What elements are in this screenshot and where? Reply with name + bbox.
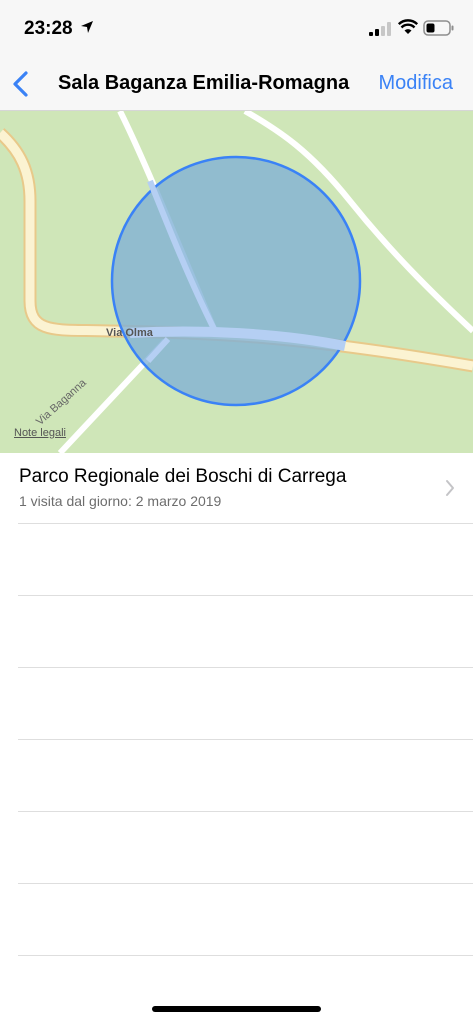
list-divider bbox=[18, 739, 473, 740]
street-label-via-olma: Via Olma bbox=[106, 327, 153, 339]
navigation-bar: Sala Baganza Emilia-Romagna Modifica bbox=[0, 58, 473, 111]
list-divider bbox=[18, 595, 473, 596]
chevron-right-icon bbox=[446, 480, 454, 496]
edit-button[interactable]: Modifica bbox=[379, 72, 453, 95]
list-divider bbox=[18, 955, 473, 956]
visit-title: Parco Regionale dei Boschi di Carrega bbox=[19, 466, 347, 487]
page-title: Sala Baganza Emilia-Romagna bbox=[58, 72, 350, 94]
chevron-left-icon[interactable] bbox=[8, 68, 36, 100]
wifi-icon bbox=[398, 19, 418, 34]
cellular-signal-icon bbox=[369, 22, 391, 36]
list-divider bbox=[18, 667, 473, 668]
map-view[interactable]: Via Olma Via Baganna Note legali bbox=[0, 111, 473, 453]
status-time: 23:28 bbox=[24, 18, 73, 39]
list-divider bbox=[18, 811, 473, 812]
region-circle bbox=[110, 155, 362, 407]
legal-notes-link[interactable]: Note legali bbox=[14, 427, 66, 439]
visit-list-item[interactable]: Parco Regionale dei Boschi di Carrega 1 … bbox=[0, 453, 473, 523]
status-bar: 23:28 bbox=[0, 0, 473, 58]
list-divider bbox=[18, 523, 473, 524]
home-indicator[interactable] bbox=[152, 1006, 321, 1012]
list-divider bbox=[18, 883, 473, 884]
battery-icon bbox=[423, 20, 454, 36]
location-arrow-icon bbox=[81, 21, 93, 33]
visit-subtitle: 1 visita dal giorno: 2 marzo 2019 bbox=[19, 493, 222, 509]
